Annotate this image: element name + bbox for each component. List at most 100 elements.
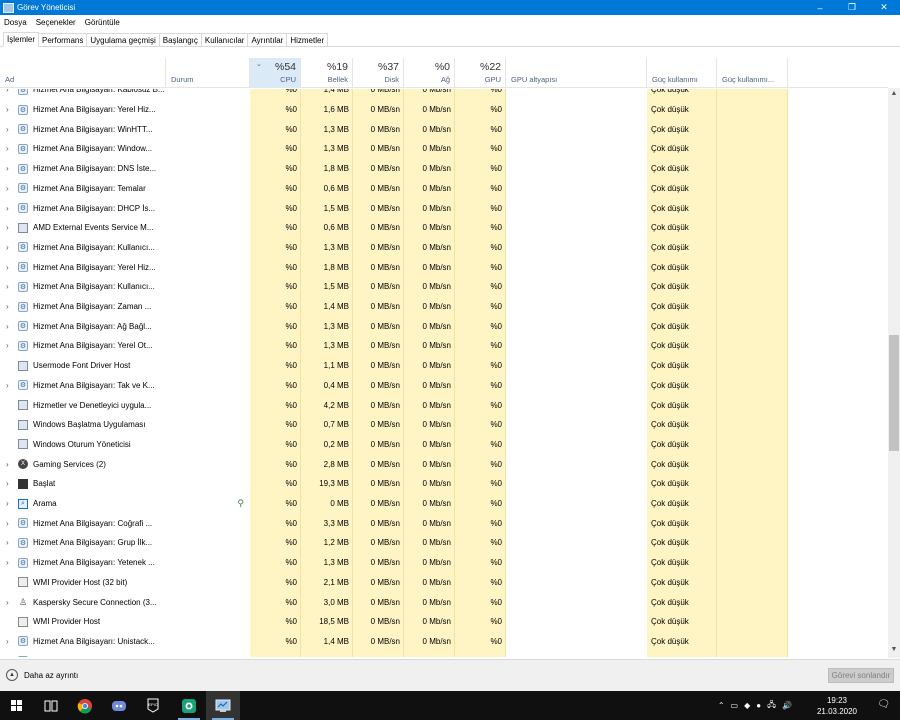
table-row[interactable]: ›WMI Provider Host %0 18,5 MB 0 MB/sn 0 Mb/s… [0, 612, 888, 632]
table-row[interactable]: › ⚙ Hizmet Ana Bilgisayarı: Yetenek ... %0 1… [0, 553, 888, 573]
scroll-thumb[interactable] [889, 335, 899, 451]
taskbar-epic-games[interactable]: EPIC [136, 691, 170, 720]
table-row[interactable]: › ⚙ Hizmet Ana Bilgisayarı: Kullanıcı... %0… [0, 238, 888, 258]
minimize-button[interactable]: – [804, 0, 836, 15]
notification-center-icon[interactable]: 🗨 [877, 699, 890, 710]
header-status[interactable]: Durum [166, 58, 250, 88]
tray-volume-icon[interactable]: 🔊 [782, 701, 792, 710]
menu-file[interactable]: Dosya [4, 18, 27, 27]
chevron-right-icon[interactable]: › [6, 322, 18, 331]
chevron-right-icon[interactable]: › [6, 538, 18, 547]
table-row[interactable]: ›Hizmetler ve Denetleyici uygula... %0 4,2… [0, 395, 888, 415]
header-power-trend[interactable]: Güç kullanımı... [717, 58, 788, 88]
table-row[interactable]: › Başlat %0 19,3 MB 0 MB/sn 0 Mb/sn %0 Çok düşü… [0, 474, 888, 494]
table-row[interactable]: › ⚙ Hizmet Ana Bilgisayarı: WinHTT... %0 1,3… [0, 119, 888, 139]
process-name: Kaspersky Secure Connection (3... [33, 597, 157, 607]
tab-services[interactable]: Hizmetler [286, 33, 329, 46]
network-cell: 0 Mb/sn [404, 651, 455, 658]
chevron-right-icon[interactable]: › [6, 598, 18, 607]
tray-network-icon[interactable]: 🖧 [767, 699, 776, 713]
header-disk[interactable]: %37 Disk [353, 58, 404, 88]
table-row[interactable]: › ⚙ Hizmet Ana Bilgisayarı: DHCP İs... %0 1,… [0, 198, 888, 218]
chevron-right-icon[interactable]: › [6, 637, 18, 646]
tray-app-icon[interactable]: ▭ [731, 701, 739, 710]
table-row[interactable]: › ⚙ Hizmet Ana Bilgisayarı: Tak ve K... %0 0… [0, 376, 888, 396]
chevron-right-icon[interactable]: › [6, 204, 18, 213]
header-power-usage[interactable]: Güç kullanımı [647, 58, 717, 88]
table-row[interactable]: ›Usermode Font Driver Host %0 1,1 MB 0 MB/s… [0, 356, 888, 376]
end-task-button[interactable]: Görevi sonlandır [828, 668, 894, 683]
tab-processes[interactable]: İşlemler [3, 32, 40, 47]
chevron-right-icon[interactable]: › [6, 89, 18, 94]
header-memory[interactable]: %19 Bellek [301, 58, 353, 88]
tray-shield-icon[interactable]: ◆ [744, 701, 750, 710]
table-row[interactable]: › ⚙ Hizmet Ana Bilgisayarı: Yerel Hiz... %0… [0, 257, 888, 277]
tab-performance[interactable]: Performans [38, 33, 88, 46]
tab-app-history[interactable]: Uygulama geçmişi [86, 33, 160, 46]
taskbar-discord[interactable] [102, 691, 136, 720]
table-row[interactable]: › ⚙ Hizmet Ana Bilgisayarı: Ağ Bağl... %0 1,… [0, 316, 888, 336]
task-view-button[interactable] [34, 691, 68, 720]
table-row[interactable]: › ⚙ Hizmet Ana Bilgisayarı: Grup İlk... %0 1… [0, 533, 888, 553]
vertical-scrollbar[interactable]: ▲ ▼ [888, 88, 900, 658]
table-row[interactable]: › ⚙ Hizmet Ana Bilgisayarı: Unistack... %0 1… [0, 632, 888, 652]
maximize-button[interactable]: ❐ [836, 0, 868, 15]
menu-view[interactable]: Görüntüle [85, 18, 120, 27]
chevron-right-icon[interactable]: › [6, 460, 18, 469]
header-name[interactable]: Ad [0, 58, 166, 88]
chevron-right-icon[interactable]: › [6, 381, 18, 390]
chevron-right-icon[interactable]: › [6, 105, 18, 114]
close-button[interactable]: ✕ [868, 0, 900, 15]
tray-kaspersky-icon[interactable]: ● [756, 701, 761, 710]
scroll-down-icon[interactable]: ▼ [888, 646, 900, 656]
gear-icon: ⚙ [18, 636, 28, 647]
chevron-right-icon[interactable]: › [6, 519, 18, 528]
tab-details[interactable]: Ayrıntılar [247, 33, 288, 46]
table-row[interactable]: › ⚙ Hizmet Ana Bilgisayarı: Yerel Ot... %0 1… [0, 336, 888, 356]
table-row[interactable]: › ⌕ Arama ⚲ %0 0 MB 0 MB/sn 0 Mb/sn %0 Çok düşük [0, 494, 888, 514]
table-row[interactable]: › ⚙ Hizmet Ana Bilgisayarı: Temalar %0 0,6 M… [0, 179, 888, 199]
chevron-right-icon[interactable]: › [6, 302, 18, 311]
tab-startup[interactable]: Başlangıç [158, 33, 202, 46]
table-row[interactable]: › ⚙ Hizmet Ana Bilgisayarı: Coğrafi ... %0 3… [0, 513, 888, 533]
start-button[interactable] [0, 691, 34, 720]
scroll-up-icon[interactable]: ▲ [888, 90, 900, 100]
header-gpu[interactable]: %22 GPU [455, 58, 506, 88]
table-row[interactable]: › ⚙ Hizmet Ana Bilgisayarı: Window... %0 1,3… [0, 139, 888, 159]
table-row[interactable]: ›⚙Hizmet Ana Bilgisayarı: Orchestr...%01… [0, 651, 888, 657]
chevron-right-icon[interactable]: › [6, 282, 18, 291]
table-row[interactable]: ›Windows Başlatma Uygulaması %0 0,7 MB 0 MB… [0, 415, 888, 435]
table-row[interactable]: › ⚙ Hizmet Ana Bilgisayarı: Zaman ... %0 1,4… [0, 297, 888, 317]
tray-chevron-up-icon[interactable]: ⌃ [718, 701, 725, 710]
chevron-right-icon[interactable]: › [6, 125, 18, 134]
chevron-right-icon[interactable]: › [6, 263, 18, 272]
taskbar-task-manager[interactable] [206, 691, 240, 720]
tab-users[interactable]: Kullanıcılar [200, 33, 249, 46]
chevron-right-icon[interactable]: › [6, 479, 18, 488]
chevron-right-icon[interactable]: › [6, 184, 18, 193]
menu-options[interactable]: Seçenekler [36, 18, 76, 27]
chevron-right-icon[interactable]: › [6, 558, 18, 567]
chevron-right-icon[interactable]: › [6, 499, 18, 508]
taskbar-app-green[interactable] [172, 691, 206, 720]
less-details-button[interactable]: ▲ Daha az ayrıntı [6, 669, 78, 681]
chevron-right-icon[interactable]: › [6, 341, 18, 350]
table-row[interactable]: › ⚙ Hizmet Ana Bilgisayarı: Kablosuz B...%… [0, 89, 888, 100]
table-row[interactable]: ›Windows Oturum Yöneticisi %0 0,2 MB 0 MB/s… [0, 435, 888, 455]
chevron-right-icon[interactable]: › [6, 223, 18, 232]
clock[interactable]: 19:23 21.03.2020 [812, 695, 862, 717]
header-cpu[interactable]: ⌄ %54 CPU [250, 58, 301, 88]
table-row[interactable]: › ⚙ Hizmet Ana Bilgisayarı: Yerel Hiz... %0… [0, 100, 888, 120]
header-network[interactable]: %0 Ağ [404, 58, 455, 88]
chevron-right-icon[interactable]: › [6, 164, 18, 173]
table-row[interactable]: › ⚙ Hizmet Ana Bilgisayarı: DNS İste... %0 1… [0, 159, 888, 179]
table-row[interactable]: ›WMI Provider Host (32 bit) %0 2,1 MB 0 MB/… [0, 573, 888, 593]
table-row[interactable]: › ♙ Kaspersky Secure Connection (3... %0 3,0… [0, 592, 888, 612]
chevron-right-icon[interactable]: › [6, 243, 18, 252]
table-row[interactable]: › ⚙ Hizmet Ana Bilgisayarı: Kullanıcı... %0… [0, 277, 888, 297]
table-row[interactable]: › AMD External Events Service M... %0 0,6 M… [0, 218, 888, 238]
taskbar-chrome[interactable] [68, 691, 102, 720]
table-row[interactable]: › X Gaming Services (2) %0 2,8 MB 0 MB/sn 0 Mb… [0, 454, 888, 474]
header-gpu-engine[interactable]: GPU altyapısı [506, 58, 647, 88]
chevron-right-icon[interactable]: › [6, 144, 18, 153]
